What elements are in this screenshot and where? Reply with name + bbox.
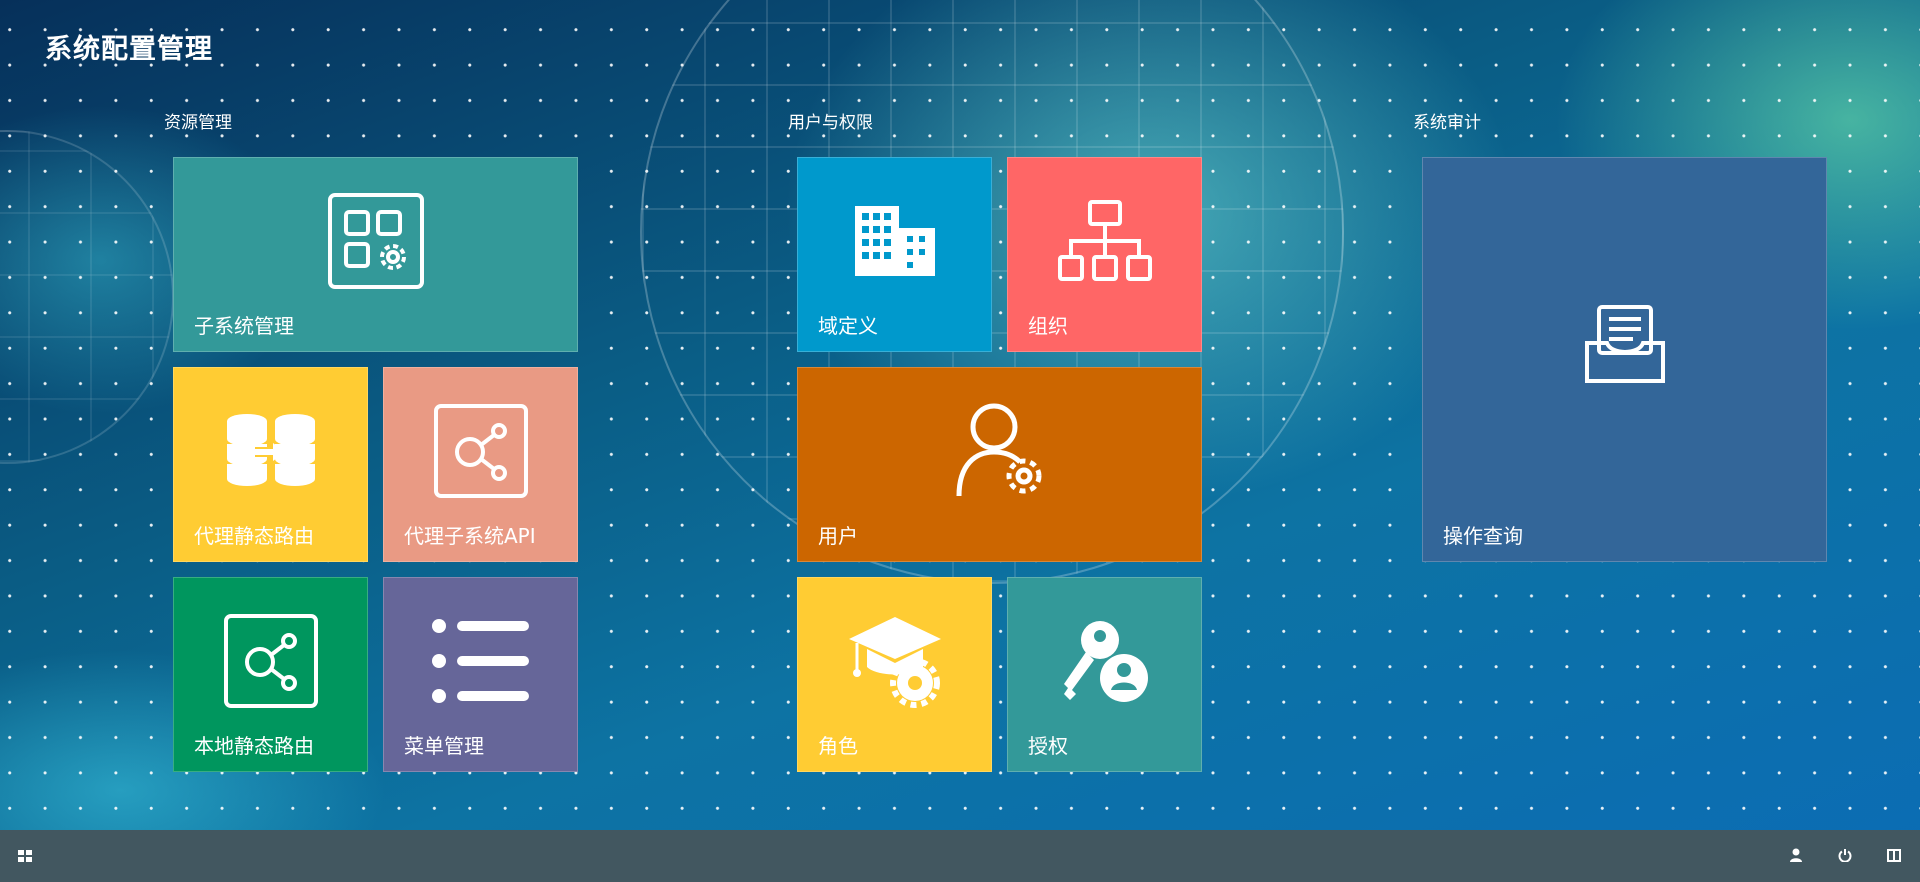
list-icon — [431, 618, 531, 708]
inbox-document-icon — [1583, 303, 1667, 391]
group-title-user-permission: 用户与权限 — [788, 113, 873, 133]
tile-label: 用户 — [818, 524, 858, 548]
share-icon — [223, 613, 319, 713]
tile-local-static-route[interactable]: 本地静态路由 — [173, 577, 368, 772]
tile-domain-definition[interactable]: 域定义 — [797, 157, 992, 352]
split-view-icon — [1887, 847, 1901, 866]
tile-label: 菜单管理 — [404, 734, 484, 758]
tile-authorization[interactable]: 授权 — [1007, 577, 1202, 772]
tile-label: 域定义 — [818, 314, 878, 338]
tile-proxy-static-route[interactable]: 代理静态路由 — [173, 367, 368, 562]
start-button[interactable] — [5, 830, 45, 882]
tile-label: 角色 — [818, 734, 858, 758]
building-icon — [853, 204, 937, 282]
tile-user[interactable]: 用户 — [797, 367, 1202, 562]
tile-role[interactable]: 角色 — [797, 577, 992, 772]
background-globe-small — [0, 130, 174, 464]
tile-label: 子系统管理 — [194, 314, 294, 338]
tile-operation-query[interactable]: 操作查询 — [1422, 157, 1827, 562]
tile-label: 代理子系统API — [404, 524, 536, 548]
tile-label: 授权 — [1028, 734, 1068, 758]
user-settings-icon — [954, 402, 1046, 504]
tile-menu-management[interactable]: 菜单管理 — [383, 577, 578, 772]
tile-label: 组织 — [1028, 314, 1068, 338]
share-icon — [433, 403, 529, 503]
org-chart-icon — [1057, 199, 1153, 287]
database-transfer-icon — [225, 413, 317, 493]
key-user-icon — [1060, 618, 1150, 708]
page-title: 系统配置管理 — [45, 34, 213, 65]
tile-proxy-subsystem-api[interactable]: 代理子系统API — [383, 367, 578, 562]
group-title-resource: 资源管理 — [164, 113, 232, 133]
graduation-cap-gear-icon — [847, 613, 943, 713]
tile-organization[interactable]: 组织 — [1007, 157, 1202, 352]
tile-subsystem-management[interactable]: 子系统管理 — [173, 157, 578, 352]
split-view-button[interactable] — [1874, 830, 1914, 882]
apps-settings-icon — [327, 192, 425, 294]
windows-start-icon — [18, 847, 32, 866]
power-icon — [1838, 847, 1852, 866]
power-button[interactable] — [1825, 830, 1865, 882]
tile-label: 操作查询 — [1443, 524, 1523, 548]
user-icon — [1790, 847, 1802, 866]
group-title-audit: 系统审计 — [1413, 113, 1481, 133]
tile-label: 代理静态路由 — [194, 524, 314, 548]
tile-label: 本地静态路由 — [194, 734, 314, 758]
taskbar — [0, 830, 1920, 882]
user-button[interactable] — [1776, 830, 1816, 882]
